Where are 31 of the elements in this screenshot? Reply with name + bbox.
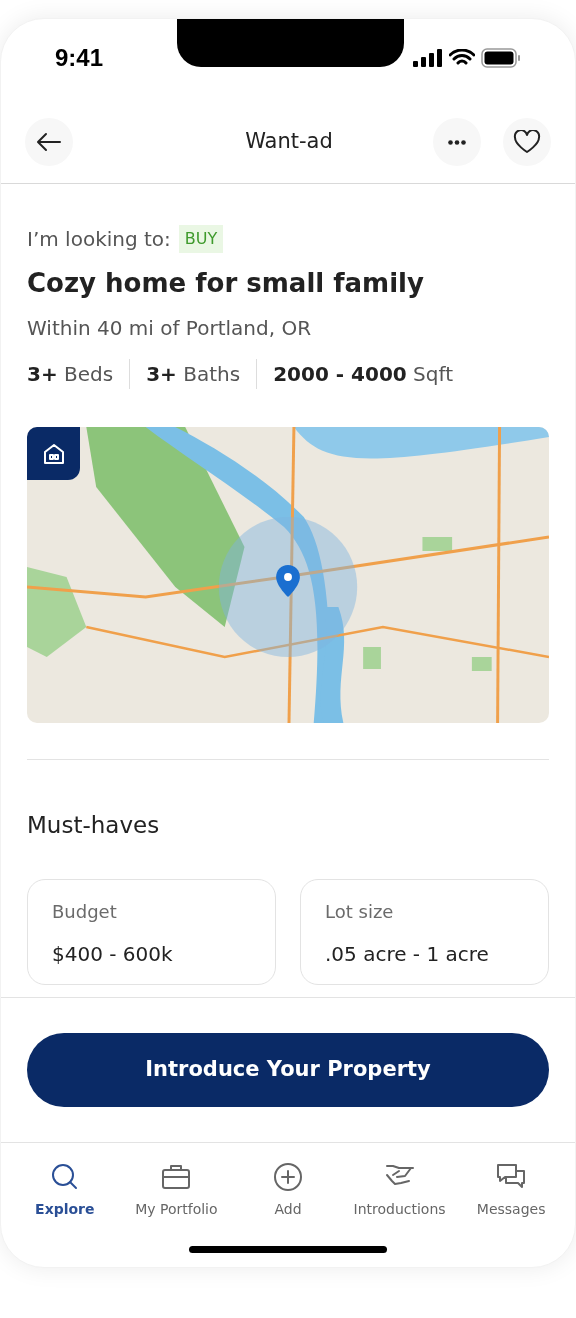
back-arrow-icon (36, 132, 62, 152)
card-label: Lot size (325, 899, 395, 924)
more-icon (448, 139, 466, 145)
heart-icon (513, 130, 541, 154)
card-value: $400 - 600k (52, 940, 174, 968)
back-button[interactable] (25, 118, 73, 166)
more-button[interactable] (433, 118, 481, 166)
signal-icon (413, 49, 443, 67)
status-time: 9:41 (55, 43, 104, 73)
tab-bar-item[interactable]: Introductions (345, 1160, 454, 1220)
house-icon (41, 441, 66, 466)
tab-bar-item[interactable]: My Portfolio (122, 1160, 231, 1220)
intent-label: I’m looking to: (27, 226, 171, 253)
battery-icon (481, 48, 521, 68)
tab-bar-item[interactable]: Messages (457, 1160, 566, 1220)
page-title: Want-ad (244, 128, 334, 156)
buy-tag: BUY (178, 225, 224, 253)
card-value: .05 acre - 1 acre (325, 940, 490, 968)
section-heading: Must-haves (27, 811, 161, 840)
introduce-property-button[interactable]: Introduce Your Property (27, 1032, 549, 1107)
spec-text: 3+ Baths (146, 361, 241, 388)
card-label: Budget (52, 899, 118, 924)
favorite-button[interactable] (503, 118, 551, 166)
tab-bar-item[interactable]: Explore (10, 1160, 119, 1220)
spec-text: 2000 - 4000 Sqft (273, 361, 453, 388)
listing-title: Cozy home for small family (27, 267, 425, 300)
spec-text: 3+ Beds (27, 361, 114, 388)
plus-circle-icon (272, 1160, 304, 1193)
wifi-icon (449, 49, 475, 67)
location-text: Within 40 mi of Portland, OR (27, 315, 313, 342)
tab-bar-item[interactable]: Add (234, 1160, 342, 1220)
